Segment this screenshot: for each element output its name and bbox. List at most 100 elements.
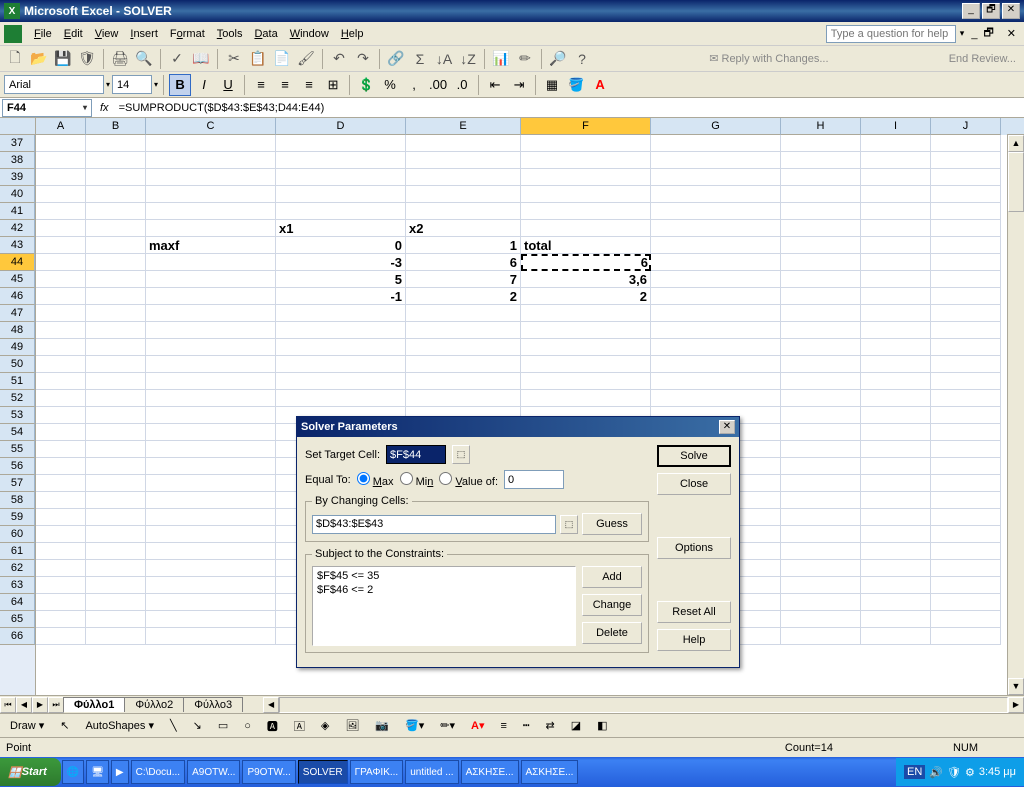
cell-B60[interactable]	[86, 526, 146, 543]
lang-indicator[interactable]: EN	[904, 765, 925, 779]
cell-E51[interactable]	[406, 373, 521, 390]
select-all-corner[interactable]	[0, 118, 36, 135]
doc-close-button[interactable]: ✕	[1003, 27, 1020, 40]
cell-H48[interactable]	[781, 322, 861, 339]
cell-D42[interactable]: x1	[276, 220, 406, 237]
cell-B45[interactable]	[86, 271, 146, 288]
cell-F47[interactable]	[521, 305, 651, 322]
cell-G51[interactable]	[651, 373, 781, 390]
cell-B51[interactable]	[86, 373, 146, 390]
cell-H42[interactable]	[781, 220, 861, 237]
row-header-47[interactable]: 47	[0, 305, 35, 322]
tray-icon-3[interactable]: ⚙	[965, 766, 975, 779]
autosum-icon[interactable]: Σ	[409, 48, 431, 70]
end-review-button[interactable]: End Review...	[945, 53, 1020, 65]
tab-next-button[interactable]: ▶	[32, 697, 48, 713]
tray-icon-2[interactable]: 🛡	[947, 766, 961, 779]
cell-H63[interactable]	[781, 577, 861, 594]
cell-B41[interactable]	[86, 203, 146, 220]
scroll-thumb[interactable]	[1008, 152, 1024, 212]
row-header-64[interactable]: 64	[0, 594, 35, 611]
cell-I56[interactable]	[861, 458, 931, 475]
row-header-37[interactable]: 37	[0, 135, 35, 152]
row-header-48[interactable]: 48	[0, 322, 35, 339]
sort-asc-icon[interactable]: ↓A	[433, 48, 455, 70]
cell-I44[interactable]	[861, 254, 931, 271]
cell-I39[interactable]	[861, 169, 931, 186]
cell-A50[interactable]	[36, 356, 86, 373]
cell-C62[interactable]	[146, 560, 276, 577]
underline-button[interactable]: U	[217, 74, 239, 96]
cell-J56[interactable]	[931, 458, 1001, 475]
cell-I59[interactable]	[861, 509, 931, 526]
cell-D51[interactable]	[276, 373, 406, 390]
hyperlink-icon[interactable]: 🔗	[385, 48, 407, 70]
cell-C41[interactable]	[146, 203, 276, 220]
open-icon[interactable]: 📂	[28, 48, 50, 70]
reset-all-button[interactable]: Reset All	[657, 601, 731, 623]
cell-B63[interactable]	[86, 577, 146, 594]
cell-E42[interactable]: x2	[406, 220, 521, 237]
row-header-46[interactable]: 46	[0, 288, 35, 305]
picture-icon[interactable]: 📷	[369, 717, 395, 734]
row-header-63[interactable]: 63	[0, 577, 35, 594]
menu-view[interactable]: View	[89, 26, 125, 42]
cell-J37[interactable]	[931, 135, 1001, 152]
cell-H62[interactable]	[781, 560, 861, 577]
bold-button[interactable]: B	[169, 74, 191, 96]
cell-I64[interactable]	[861, 594, 931, 611]
cell-E43[interactable]: 1	[406, 237, 521, 254]
scroll-up-button[interactable]: ▲	[1008, 135, 1024, 152]
arrow-style-icon[interactable]: ⇄	[540, 717, 561, 734]
cell-D44[interactable]: -3	[276, 254, 406, 271]
draw-menu[interactable]: Draw ▾	[4, 717, 50, 734]
col-header-E[interactable]: E	[406, 118, 521, 135]
cell-E40[interactable]	[406, 186, 521, 203]
menu-data[interactable]: Data	[248, 26, 283, 42]
guess-button[interactable]: Guess	[582, 513, 642, 535]
cell-H39[interactable]	[781, 169, 861, 186]
col-header-G[interactable]: G	[651, 118, 781, 135]
merge-center-icon[interactable]: ⊞	[322, 74, 344, 96]
cell-A46[interactable]	[36, 288, 86, 305]
col-header-H[interactable]: H	[781, 118, 861, 135]
row-header-39[interactable]: 39	[0, 169, 35, 186]
cell-B46[interactable]	[86, 288, 146, 305]
sheet-tab-2[interactable]: Φύλλο2	[124, 697, 184, 712]
cell-D38[interactable]	[276, 152, 406, 169]
arrow-icon[interactable]: ↘	[187, 717, 208, 734]
cell-J64[interactable]	[931, 594, 1001, 611]
cell-F52[interactable]	[521, 390, 651, 407]
cell-C59[interactable]	[146, 509, 276, 526]
cell-I53[interactable]	[861, 407, 931, 424]
cell-B66[interactable]	[86, 628, 146, 645]
solver-titlebar[interactable]: Solver Parameters ✕	[297, 417, 739, 437]
menu-format[interactable]: Format	[164, 26, 211, 42]
cell-J40[interactable]	[931, 186, 1001, 203]
changing-cells-input[interactable]	[312, 515, 556, 534]
fill-color-icon[interactable]: 🪣	[565, 74, 587, 96]
cell-A52[interactable]	[36, 390, 86, 407]
cell-E48[interactable]	[406, 322, 521, 339]
row-header-62[interactable]: 62	[0, 560, 35, 577]
solver-close-icon[interactable]: ✕	[719, 420, 735, 434]
cell-H47[interactable]	[781, 305, 861, 322]
cell-J61[interactable]	[931, 543, 1001, 560]
cell-I49[interactable]	[861, 339, 931, 356]
cell-G37[interactable]	[651, 135, 781, 152]
copy-icon[interactable]: 📋	[247, 48, 269, 70]
quick-desktop-icon[interactable]: 🖥	[86, 760, 109, 784]
menu-insert[interactable]: Insert	[124, 26, 164, 42]
cell-C48[interactable]	[146, 322, 276, 339]
cell-E50[interactable]	[406, 356, 521, 373]
borders-icon[interactable]: ▦	[541, 74, 563, 96]
taskbar-item[interactable]: A9OTW...	[187, 760, 240, 784]
cell-B54[interactable]	[86, 424, 146, 441]
quick-media-icon[interactable]: ▶	[111, 760, 129, 784]
cell-J44[interactable]	[931, 254, 1001, 271]
cell-F40[interactable]	[521, 186, 651, 203]
delete-constraint-button[interactable]: Delete	[582, 622, 642, 644]
cell-C65[interactable]	[146, 611, 276, 628]
paste-icon[interactable]: 📄	[271, 48, 293, 70]
cell-A47[interactable]	[36, 305, 86, 322]
